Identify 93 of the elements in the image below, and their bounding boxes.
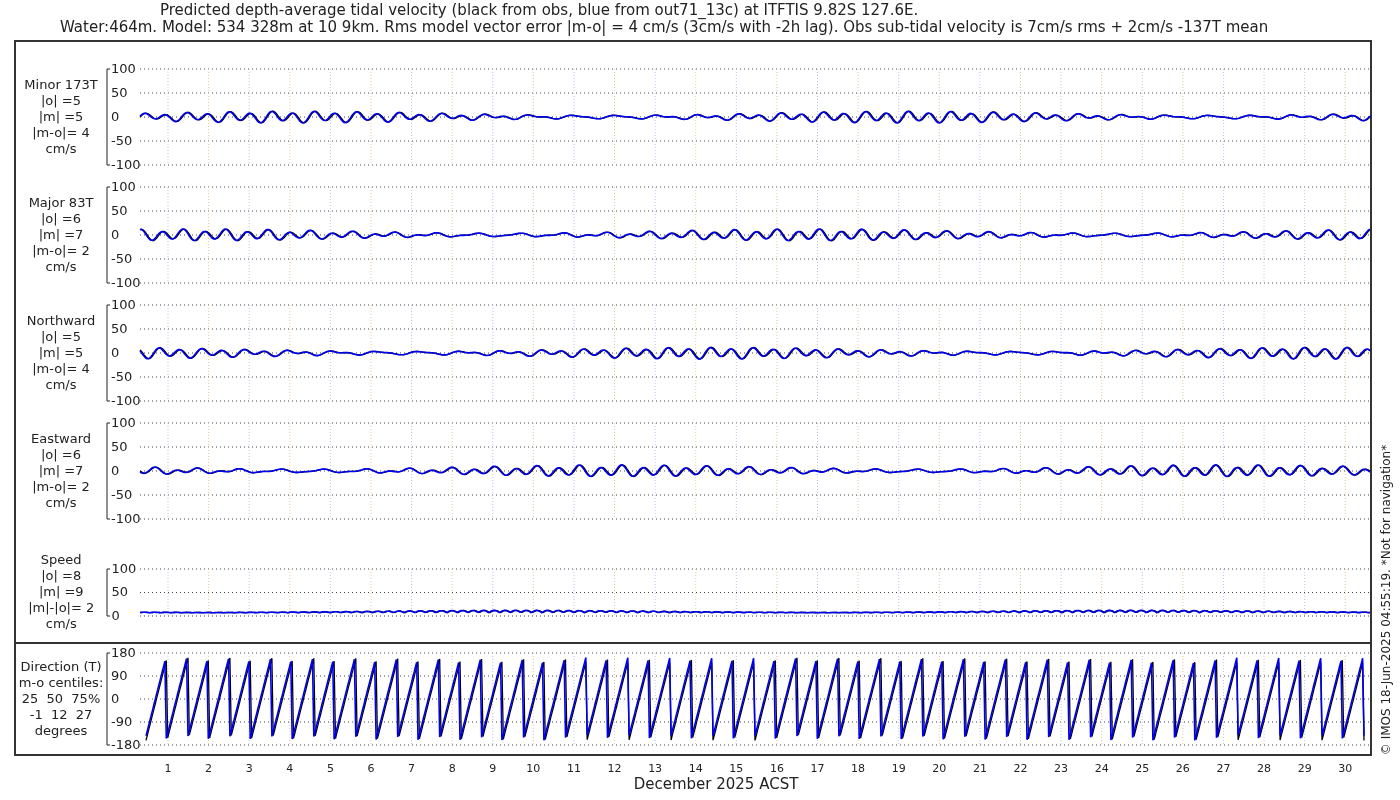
x-tick-label: 12 [607, 761, 622, 777]
panel-label-line: 25 50 75% [21, 691, 101, 707]
panel-label-line: cm/s [45, 377, 77, 393]
y-tick-label: -100 [111, 158, 141, 172]
chart-subtitle: Water:464m. Model: 534 328m at 10 9km. Rms model vector error |m-o| = 4 cm/s (3cm/s with -2h lag). Obs sub-tidal velocity is 7cm/s rms + 2cm/s -137T mean [59, 19, 1270, 36]
x-tick-label: 28 [1257, 761, 1272, 777]
panel-label-line: cm/s [45, 141, 77, 157]
x-tick-label: 9 [489, 761, 497, 777]
y-tick-label: 0 [111, 608, 120, 623]
y-tick-label: 0 [111, 692, 120, 706]
x-tick-label: 17 [810, 761, 825, 777]
y-tick-label: 100 [111, 180, 136, 194]
y-tick-label: 0 [111, 110, 120, 124]
panel-label-line: |o| =5 [41, 93, 81, 109]
panel-label-line: |m-o|= 2 [32, 479, 90, 495]
panel-label-line: |m| =5 [38, 345, 84, 361]
panel-label-line: m-o centiles: [18, 675, 104, 691]
panel-label-line: Speed [40, 552, 82, 568]
x-tick-label: 14 [688, 761, 703, 777]
x-tick-label: 1 [164, 761, 172, 777]
panel-label-line: Major 83T [28, 195, 94, 211]
y-tick-label: 0 [111, 464, 120, 478]
chart-title: Predicted depth-average tidal velocity (black from obs, blue from out71_13c) at ITFTIS 9.82S 127.6E. [159, 2, 920, 19]
y-tick-label: 100 [111, 561, 137, 576]
panel-label-line: Minor 173T [24, 77, 98, 93]
y-tick-label: -50 [111, 488, 133, 502]
x-tick-label: 25 [1135, 761, 1150, 777]
copyright-note: © IMOS 18-Jun-2025 04:55:19. *Not for navigation* [1378, 444, 1394, 756]
x-tick-label: 16 [769, 761, 784, 777]
y-tick-label: -180 [111, 738, 141, 752]
panel-label-line: |o| =8 [41, 568, 82, 584]
y-tick-label: -50 [111, 134, 133, 148]
panel-label-line: |m|-|o|= 2 [28, 600, 95, 616]
x-tick-label: 15 [729, 761, 744, 777]
y-tick-label: 180 [111, 646, 136, 660]
panel-label-line: cm/s [45, 495, 77, 511]
y-tick-label: 100 [111, 62, 136, 76]
x-tick-label: 3 [245, 761, 253, 777]
x-tick-label: 24 [1094, 761, 1109, 777]
panel-label-line: |o| =6 [41, 211, 81, 227]
y-tick-label: 50 [111, 322, 128, 336]
y-tick-label: -50 [111, 252, 133, 266]
panel-label-line: |m| =5 [38, 109, 84, 125]
y-tick-label: -100 [111, 394, 141, 408]
y-tick-label: -100 [111, 276, 141, 290]
x-tick-label: 27 [1216, 761, 1231, 777]
panel-label-line: Direction (T) [20, 659, 102, 675]
y-tick-label: 50 [111, 204, 128, 218]
panel-label-line: |m| =7 [38, 463, 84, 479]
x-tick-label: 23 [1054, 761, 1069, 777]
x-axis-title: December 2025 ACST [633, 776, 799, 792]
y-tick-label: -100 [111, 512, 141, 526]
y-tick-label: 0 [111, 346, 120, 360]
x-tick-label: 2 [205, 761, 213, 777]
y-axis-line [106, 567, 112, 617]
panel-label-line: |o| =6 [41, 447, 81, 463]
x-tick-label: 4 [286, 761, 294, 777]
y-tick-label: 0 [111, 228, 120, 242]
y-tick-label: 50 [111, 86, 128, 100]
panel-label-line: |m-o|= 2 [32, 243, 90, 259]
y-tick-label: 50 [111, 585, 129, 599]
panel-label-line: Northward [26, 313, 96, 329]
x-tick-label: 20 [932, 761, 947, 777]
x-tick-label: 10 [526, 761, 541, 777]
panel-label-line: Eastward [31, 431, 91, 447]
panel-label-line: |m-o|= 4 [32, 361, 90, 377]
panel-label-line: cm/s [45, 616, 77, 632]
x-tick-label: 8 [448, 761, 456, 777]
panel-label-line: degrees [34, 723, 88, 739]
y-tick-label: 50 [111, 440, 128, 454]
x-tick-label: 13 [648, 761, 663, 777]
panel-label-line: |m| =7 [38, 227, 84, 243]
y-tick-label: -50 [111, 370, 133, 384]
x-tick-label: 21 [972, 761, 987, 777]
x-tick-label: 29 [1297, 761, 1312, 777]
panel-label-line: |o| =5 [41, 329, 81, 345]
x-tick-label: 6 [367, 761, 375, 777]
panel-label-line: |m-o|= 4 [32, 125, 90, 141]
y-tick-label: 100 [111, 298, 136, 312]
y-tick-label: -90 [111, 715, 133, 729]
x-tick-label: 7 [408, 761, 416, 777]
y-tick-label: 100 [111, 416, 136, 430]
x-tick-label: 19 [891, 761, 906, 777]
y-tick-label: 90 [111, 669, 128, 683]
x-tick-label: 22 [1013, 761, 1028, 777]
x-tick-label: 11 [566, 761, 581, 777]
panel-label-line: -1 12 27 [29, 707, 93, 723]
panel-label-line: cm/s [45, 259, 77, 275]
x-tick-label: 18 [851, 761, 866, 777]
x-tick-label: 26 [1175, 761, 1190, 777]
panel-label-line: |m| =9 [38, 584, 84, 600]
x-tick-label: 5 [326, 761, 334, 777]
x-tick-label: 30 [1338, 761, 1353, 777]
